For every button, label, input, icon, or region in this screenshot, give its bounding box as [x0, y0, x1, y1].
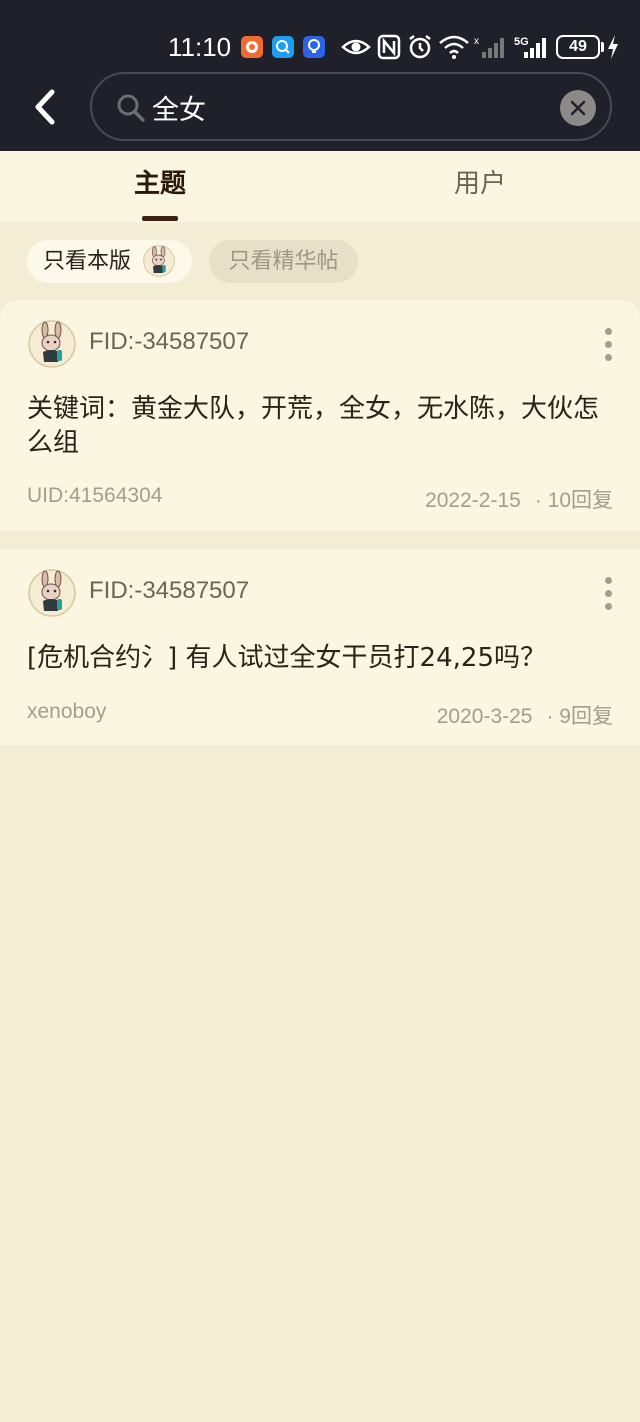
post-title[interactable]: 关键词：黄金大队，开荒，全女，无水陈，大伙怎么组	[27, 392, 617, 460]
status-bar: 11:10 x 5G 49	[0, 30, 640, 64]
tab-bar: 主题 用户	[0, 151, 640, 222]
post-date: 2022-2-15	[425, 489, 521, 512]
tab-users[interactable]: 用户	[400, 151, 560, 222]
svg-text:x: x	[474, 36, 479, 47]
post-title[interactable]: [危机合约氵] 有人试过全女干员打24,25吗？	[27, 641, 617, 675]
result-card[interactable]: FID:-34587507 [危机合约氵] 有人试过全女干员打24,25吗？ x…	[0, 549, 640, 745]
close-icon	[570, 100, 586, 116]
search-input[interactable]	[152, 86, 552, 128]
tab-topics[interactable]: 主题	[80, 151, 240, 222]
more-options-icon[interactable]	[600, 326, 618, 362]
app-header: 11:10 x 5G 49	[0, 0, 640, 151]
result-card[interactable]: FID:-34587507 关键词：黄金大队，开荒，全女，无水陈，大伙怎么组 U…	[0, 300, 640, 531]
search-box	[90, 72, 612, 141]
forum-id: FID:-34587507	[89, 328, 250, 355]
signal-icon: x	[474, 34, 508, 60]
active-tab-indicator	[142, 216, 178, 221]
post-date: 2020-3-25	[436, 705, 533, 728]
filter-this-board[interactable]: 只看本版	[27, 240, 192, 283]
chevron-left-icon	[35, 89, 55, 125]
charging-icon	[606, 34, 620, 64]
eye-icon	[341, 34, 371, 60]
post-author: UID:41564304	[27, 484, 163, 507]
board-avatar-icon	[143, 245, 175, 277]
more-options-icon[interactable]	[600, 575, 618, 611]
battery-icon: 49	[556, 35, 600, 59]
board-avatar-icon	[28, 320, 76, 368]
clear-search-button[interactable]	[560, 90, 596, 126]
battery-tip	[601, 42, 604, 52]
post-meta: xenoboy 2020-3-25 · 9回复	[27, 700, 613, 728]
back-button[interactable]	[28, 86, 64, 130]
5g-signal-icon: 5G	[514, 34, 550, 60]
search-app-icon	[272, 36, 294, 58]
forum-id: FID:-34587507	[89, 577, 250, 604]
wifi-icon	[438, 34, 470, 60]
alarm-icon	[407, 34, 433, 60]
post-replies: · 9回复	[546, 705, 613, 728]
board-avatar-icon	[28, 569, 76, 617]
post-meta: UID:41564304 2022-2-15 · 10回复	[27, 484, 613, 512]
filter-this-board-label: 只看本版	[43, 249, 132, 274]
status-time: 11:10	[168, 32, 232, 62]
search-icon	[116, 93, 146, 127]
bulb-app-icon	[303, 36, 325, 58]
post-author: xenoboy	[27, 700, 107, 723]
svg-text:5G: 5G	[514, 36, 529, 48]
nfc-icon	[377, 34, 401, 60]
app-notification-icon	[241, 36, 263, 58]
post-replies: · 10回复	[534, 489, 613, 512]
filter-featured-only[interactable]: 只看精华帖	[209, 240, 358, 283]
